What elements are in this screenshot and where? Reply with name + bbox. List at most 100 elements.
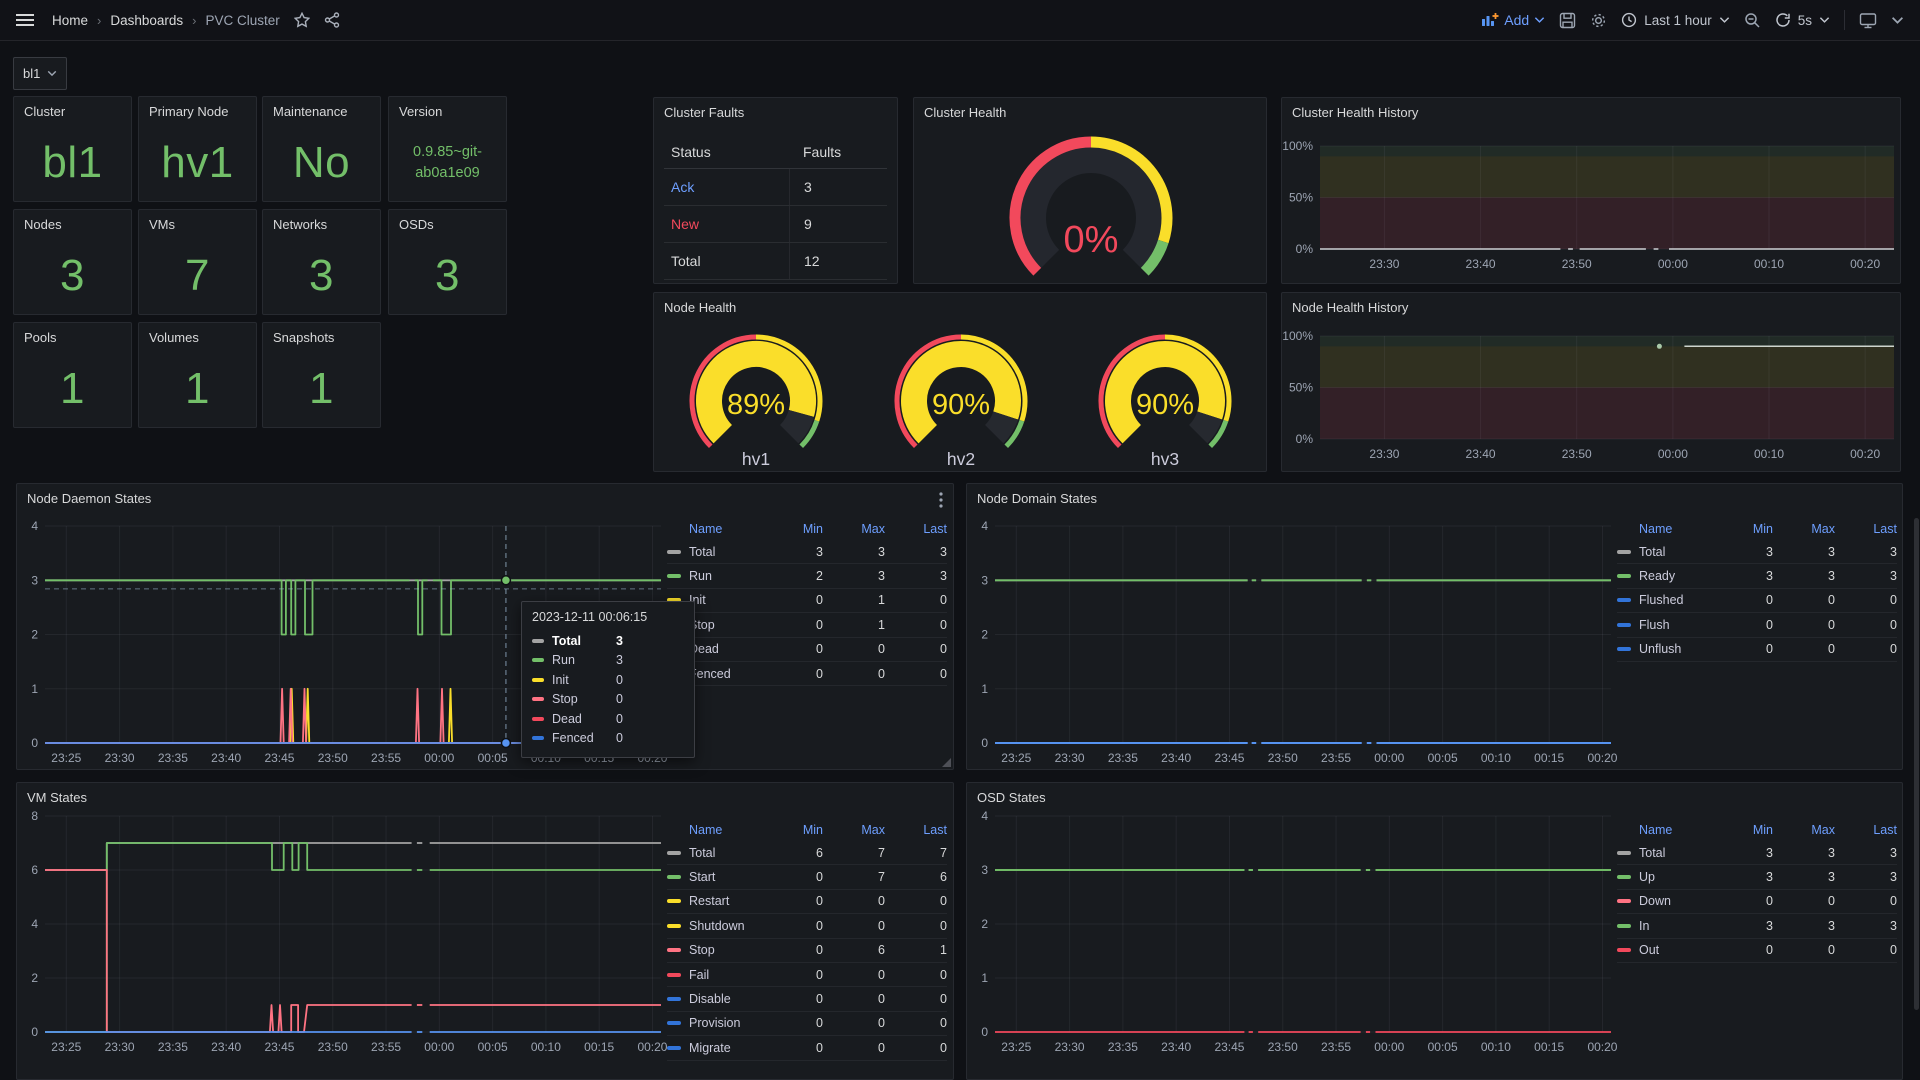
legend-header-name[interactable]: Name: [1639, 823, 1711, 837]
legend-series-name[interactable]: Total: [689, 846, 761, 860]
legend-series-name[interactable]: In: [1639, 919, 1711, 933]
page-scrollbar[interactable]: [1914, 518, 1919, 1010]
legend-row-up[interactable]: Up333: [1617, 865, 1897, 889]
legend-series-name[interactable]: Flush: [1639, 618, 1711, 632]
legend-row-disable[interactable]: Disable000: [667, 987, 947, 1011]
legend-row-dead[interactable]: Dead000: [667, 638, 947, 662]
legend-series-name[interactable]: Fail: [689, 968, 761, 982]
nav-more-chevron-icon[interactable]: [1891, 16, 1904, 25]
legend-series-name[interactable]: Provision: [689, 1016, 761, 1030]
legend-header-name[interactable]: Name: [689, 522, 761, 536]
legend-header-min[interactable]: Min: [761, 522, 823, 536]
legend-series-name[interactable]: Down: [1639, 894, 1711, 908]
panel-title[interactable]: Cluster Health History: [1292, 105, 1418, 120]
faults-col-header-status[interactable]: Status: [664, 144, 789, 160]
panel-title[interactable]: VMs: [149, 217, 175, 232]
gauge-node-label[interactable]: hv2: [946, 449, 974, 469]
legend-series-name[interactable]: Up: [1639, 870, 1711, 884]
panel-title[interactable]: Cluster Faults: [664, 105, 744, 120]
legend-series-name[interactable]: Shutdown: [689, 919, 761, 933]
legend-row-provision[interactable]: Provision000: [667, 1012, 947, 1036]
time-range-picker[interactable]: Last 1 hour: [1621, 12, 1730, 28]
node-health-history-chart[interactable]: 0%50%100%23:3023:4023:5000:0000:1000:20: [1282, 293, 1900, 471]
legend-series-name[interactable]: Start: [689, 870, 761, 884]
legend-series-name[interactable]: Total: [1639, 545, 1711, 559]
panel-title[interactable]: Version: [399, 104, 442, 119]
legend-row-stop[interactable]: Stop010: [667, 613, 947, 637]
legend-series-name[interactable]: Stop: [689, 943, 761, 957]
legend-row-out[interactable]: Out000: [1617, 939, 1897, 963]
legend-series-name[interactable]: Out: [1639, 943, 1711, 957]
legend-row-restart[interactable]: Restart000: [667, 890, 947, 914]
legend-series-name[interactable]: Total: [689, 545, 761, 559]
legend-row-in[interactable]: In333: [1617, 914, 1897, 938]
panel-title[interactable]: Primary Node: [149, 104, 228, 119]
legend-series-name[interactable]: Total: [1639, 846, 1711, 860]
legend-header-last[interactable]: Last: [1835, 522, 1897, 536]
legend-header-min[interactable]: Min: [1711, 823, 1773, 837]
dashboard-settings-gear-icon[interactable]: [1590, 12, 1607, 29]
legend-header-max[interactable]: Max: [823, 823, 885, 837]
legend-row-total[interactable]: Total333: [1617, 841, 1897, 865]
breadcrumb-dashboards[interactable]: Dashboards: [110, 13, 183, 28]
panel-title[interactable]: VM States: [27, 790, 87, 805]
panel-title[interactable]: Snapshots: [273, 330, 334, 345]
panel-title[interactable]: Networks: [273, 217, 327, 232]
legend-row-start[interactable]: Start076: [667, 865, 947, 889]
legend-row-total[interactable]: Total333: [1617, 540, 1897, 564]
legend-row-fail[interactable]: Fail000: [667, 963, 947, 987]
menu-hamburger-icon[interactable]: [16, 13, 34, 27]
legend-row-down[interactable]: Down000: [1617, 890, 1897, 914]
legend-series-name[interactable]: Init: [689, 593, 761, 607]
legend-series-name[interactable]: Stop: [689, 618, 761, 632]
panel-title[interactable]: Nodes: [24, 217, 62, 232]
add-panel-button[interactable]: Add: [1481, 12, 1545, 28]
legend-row-run[interactable]: Run233: [667, 564, 947, 588]
panel-title[interactable]: Node Domain States: [977, 491, 1097, 506]
panel-title[interactable]: Maintenance: [273, 104, 347, 119]
legend-row-stop[interactable]: Stop061: [667, 939, 947, 963]
legend-series-name[interactable]: Dead: [689, 642, 761, 656]
legend-header-max[interactable]: Max: [1773, 522, 1835, 536]
variable-dropdown-cluster[interactable]: bl1: [13, 57, 67, 90]
legend-header-max[interactable]: Max: [823, 522, 885, 536]
legend-row-ready[interactable]: Ready333: [1617, 564, 1897, 588]
legend-header-last[interactable]: Last: [885, 823, 947, 837]
legend-header-max[interactable]: Max: [1773, 823, 1835, 837]
legend-row-total[interactable]: Total677: [667, 841, 947, 865]
panel-title[interactable]: Cluster Health: [924, 105, 1006, 120]
panel-title[interactable]: Pools: [24, 330, 57, 345]
legend-row-fenced[interactable]: Fenced000: [667, 662, 947, 686]
gauge-node-label[interactable]: hv3: [1151, 449, 1179, 469]
panel-title[interactable]: Node Health: [664, 300, 736, 315]
legend-row-migrate[interactable]: Migrate000: [667, 1036, 947, 1060]
legend-row-flushed[interactable]: Flushed000: [1617, 589, 1897, 613]
legend-series-name[interactable]: Unflush: [1639, 642, 1711, 656]
kiosk-mode-monitor-icon[interactable]: [1859, 12, 1877, 29]
legend-header-name[interactable]: Name: [1639, 522, 1711, 536]
legend-series-name[interactable]: Fenced: [689, 667, 761, 681]
legend-header-last[interactable]: Last: [885, 522, 947, 536]
legend-row-flush[interactable]: Flush000: [1617, 613, 1897, 637]
zoom-out-icon[interactable]: [1744, 12, 1761, 29]
legend-series-name[interactable]: Disable: [689, 992, 761, 1006]
legend-row-init[interactable]: Init010: [667, 589, 947, 613]
panel-title[interactable]: Cluster: [24, 104, 65, 119]
panel-title[interactable]: Volumes: [149, 330, 199, 345]
breadcrumb-home[interactable]: Home: [52, 13, 88, 28]
refresh-controls[interactable]: 5s: [1775, 12, 1830, 28]
legend-series-name[interactable]: Restart: [689, 894, 761, 908]
panel-title[interactable]: Node Daemon States: [27, 491, 151, 506]
legend-row-total[interactable]: Total333: [667, 540, 947, 564]
save-dashboard-icon[interactable]: [1559, 12, 1576, 29]
panel-title[interactable]: OSD States: [977, 790, 1046, 805]
favorite-star-icon[interactable]: [294, 12, 310, 28]
gauge-node-label[interactable]: hv1: [742, 449, 770, 469]
panel-title[interactable]: Node Health History: [1292, 300, 1408, 315]
faults-col-header-faults[interactable]: Faults: [789, 136, 887, 168]
legend-header-name[interactable]: Name: [689, 823, 761, 837]
panel-menu-kebab-icon[interactable]: [939, 492, 943, 508]
legend-header-min[interactable]: Min: [1711, 522, 1773, 536]
cluster-health-history-chart[interactable]: 0%50%100%23:3023:4023:5000:0000:1000:20: [1282, 98, 1900, 283]
legend-row-unflush[interactable]: Unflush000: [1617, 638, 1897, 662]
